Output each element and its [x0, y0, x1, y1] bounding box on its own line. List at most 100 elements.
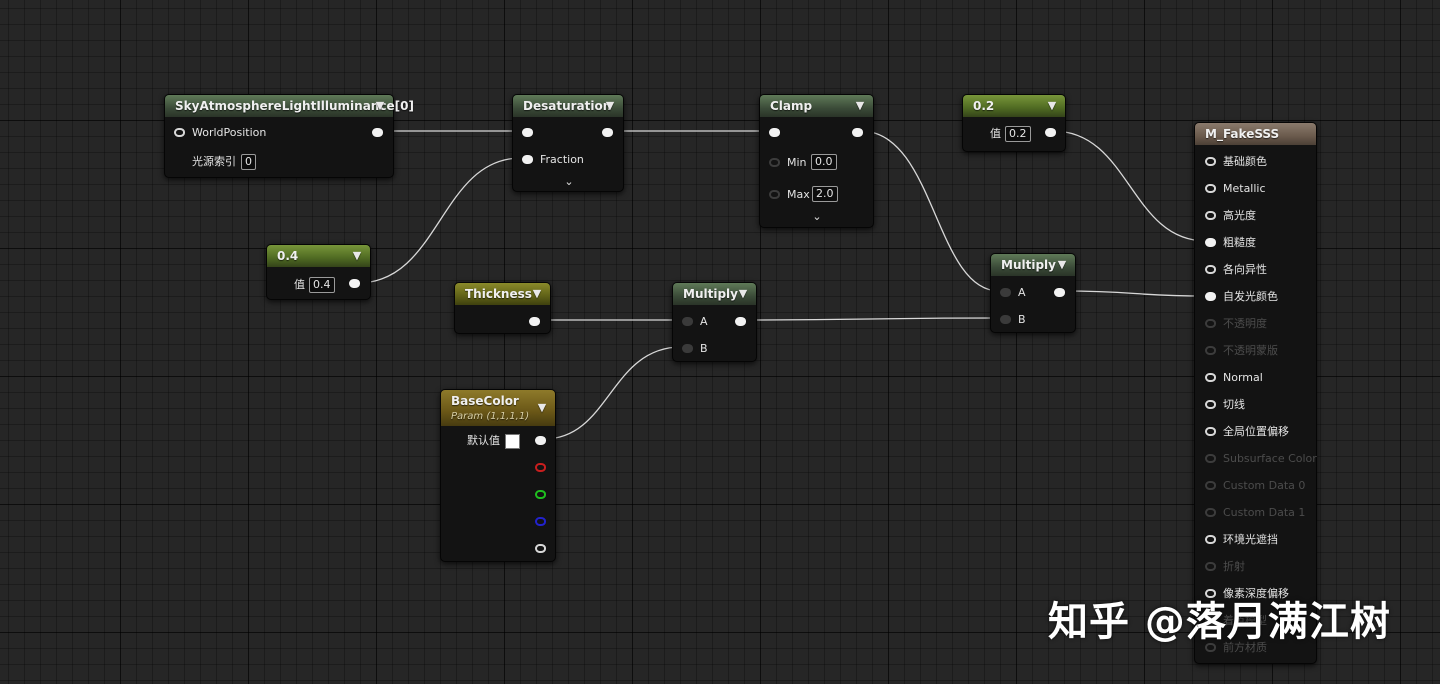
pin-b[interactable] — [1000, 315, 1011, 324]
pin-label: A — [700, 315, 708, 328]
material-input-label: Metallic — [1223, 182, 1266, 195]
material-input-label: 不透明蒙版 — [1223, 344, 1278, 357]
material-input-pin[interactable] — [1205, 427, 1216, 436]
node-header[interactable]: Clamp ▼ — [760, 95, 873, 117]
desaturation-node[interactable]: Desaturation ▼ Fraction ⌄ — [512, 94, 624, 192]
material-input-pin[interactable] — [1205, 508, 1216, 517]
value-field[interactable]: 0.4 — [309, 277, 335, 293]
output-pin[interactable] — [735, 317, 746, 326]
watermark: 知乎 @落月满江树 — [1048, 599, 1391, 645]
material-input-pin[interactable] — [1205, 589, 1216, 598]
expand-chevron-icon[interactable]: ⌄ — [562, 176, 576, 188]
material-input-pin[interactable] — [1205, 373, 1216, 382]
pin-label: A — [1018, 286, 1026, 299]
material-input-pin[interactable] — [1205, 454, 1216, 463]
pin-label: Max — [787, 188, 810, 201]
output-a-pin[interactable] — [535, 544, 546, 553]
node-header[interactable]: 0.2 ▼ — [963, 95, 1065, 117]
chevron-down-icon[interactable]: ▼ — [350, 245, 364, 267]
chevron-down-icon[interactable]: ▼ — [736, 283, 750, 305]
constant-02-node[interactable]: 0.2 ▼ 值 0.2 — [962, 94, 1066, 152]
output-b-pin[interactable] — [535, 517, 546, 526]
pin-a[interactable] — [1000, 288, 1011, 297]
output-r-pin[interactable] — [535, 463, 546, 472]
wire-basecolor-to-multiply1-b[interactable] — [543, 346, 682, 440]
value-field[interactable]: 0.2 — [1005, 126, 1031, 142]
material-input-label: Custom Data 1 — [1223, 506, 1306, 519]
node-header[interactable]: Multiply ▼ — [673, 283, 756, 305]
output-pin[interactable] — [349, 279, 360, 288]
output-g-pin[interactable] — [535, 490, 546, 499]
output-pin[interactable] — [1045, 128, 1056, 137]
pin-label: B — [700, 342, 708, 355]
material-input-label: 各向异性 — [1223, 263, 1267, 276]
material-input-pin[interactable] — [1205, 292, 1216, 301]
chevron-down-icon[interactable]: ▼ — [535, 397, 549, 419]
constant-04-node[interactable]: 0.4 ▼ 值 0.4 — [266, 244, 371, 300]
node-title: Multiply — [683, 287, 738, 301]
chevron-down-icon[interactable]: ▼ — [1045, 95, 1059, 117]
pin-label: WorldPosition — [192, 126, 267, 139]
wire-multiply1-to-multiply2-b[interactable] — [743, 317, 1000, 321]
output-rgb-pin[interactable] — [535, 436, 546, 445]
material-input-pin[interactable] — [1205, 400, 1216, 409]
pin-max[interactable] — [769, 190, 780, 199]
wire-clamp-to-multiply2-a[interactable] — [860, 130, 1000, 292]
multiply-node-1[interactable]: Multiply ▼ A B — [672, 282, 757, 362]
node-header[interactable]: 0.4 ▼ — [267, 245, 370, 267]
material-result-node[interactable]: M_FakeSSS 基础颜色 Metallic 高光度 粗糙度 各向异性 自发光颜色 不透明… — [1194, 122, 1317, 664]
max-value-field[interactable]: 2.0 — [812, 186, 838, 202]
pin-world-position[interactable] — [174, 128, 185, 137]
expand-chevron-icon[interactable]: ⌄ — [810, 211, 824, 223]
node-header[interactable]: BaseColor Param (1,1,1,1) ▼ — [441, 390, 555, 426]
node-title: Thickness — [465, 287, 532, 301]
clamp-node[interactable]: Clamp ▼ Min 0.0 Max 2.0 ⌄ — [759, 94, 874, 228]
output-pin[interactable] — [852, 128, 863, 137]
material-input-pin[interactable] — [1205, 481, 1216, 490]
material-input-pin[interactable] — [1205, 535, 1216, 544]
node-header[interactable]: Multiply ▼ — [991, 254, 1075, 276]
color-swatch[interactable] — [505, 434, 520, 449]
pin-label: Fraction — [540, 153, 584, 166]
pin-label: B — [1018, 313, 1026, 326]
pin-b[interactable] — [682, 344, 693, 353]
chevron-down-icon[interactable]: ▼ — [373, 95, 387, 117]
multiply-node-2[interactable]: Multiply ▼ A B — [990, 253, 1076, 333]
material-input-pin[interactable] — [1205, 319, 1216, 328]
material-input-pin[interactable] — [1205, 265, 1216, 274]
wire-const02-to-roughness[interactable] — [1052, 130, 1207, 242]
material-input-pin[interactable] — [1205, 157, 1216, 166]
material-input-pin[interactable] — [1205, 238, 1216, 247]
min-value-field[interactable]: 0.0 — [811, 154, 837, 170]
material-input-label: 折射 — [1223, 560, 1245, 573]
input-pin[interactable] — [522, 128, 533, 137]
node-header[interactable]: M_FakeSSS — [1195, 123, 1316, 145]
input-pin[interactable] — [769, 128, 780, 137]
wire-multiply2-to-emissive[interactable] — [1062, 290, 1207, 297]
sky-atmosphere-node[interactable]: SkyAtmosphereLightIlluminance[0] ▼ World… — [164, 94, 414, 178]
node-header[interactable]: Thickness ▼ — [455, 283, 550, 305]
chevron-down-icon[interactable]: ▼ — [1055, 254, 1069, 276]
thickness-param-node[interactable]: Thickness ▼ — [454, 282, 551, 334]
node-header[interactable]: Desaturation ▼ — [513, 95, 623, 117]
material-input-pin[interactable] — [1205, 562, 1216, 571]
output-pin[interactable] — [372, 128, 383, 137]
output-pin[interactable] — [1054, 288, 1065, 297]
material-input-pin[interactable] — [1205, 346, 1216, 355]
output-pin[interactable] — [602, 128, 613, 137]
chevron-down-icon[interactable]: ▼ — [603, 95, 617, 117]
material-input-pin[interactable] — [1205, 184, 1216, 193]
node-header[interactable]: SkyAtmosphereLightIlluminance[0] ▼ — [165, 95, 414, 117]
material-input-pin[interactable] — [1205, 211, 1216, 220]
light-index-field[interactable]: 0 — [241, 154, 256, 170]
basecolor-param-node[interactable]: BaseColor Param (1,1,1,1) ▼ 默认值 — [440, 389, 556, 562]
chevron-down-icon[interactable]: ▼ — [530, 283, 544, 305]
chevron-down-icon[interactable]: ▼ — [853, 95, 867, 117]
pin-fraction[interactable] — [522, 155, 533, 164]
pin-min[interactable] — [769, 158, 780, 167]
node-subtitle: Param (1,1,1,1) — [451, 411, 530, 422]
material-graph-canvas[interactable]: SkyAtmosphereLightIlluminance[0] ▼ World… — [0, 0, 1440, 684]
node-title: 0.2 — [973, 99, 995, 113]
pin-a[interactable] — [682, 317, 693, 326]
output-pin[interactable] — [529, 317, 540, 326]
